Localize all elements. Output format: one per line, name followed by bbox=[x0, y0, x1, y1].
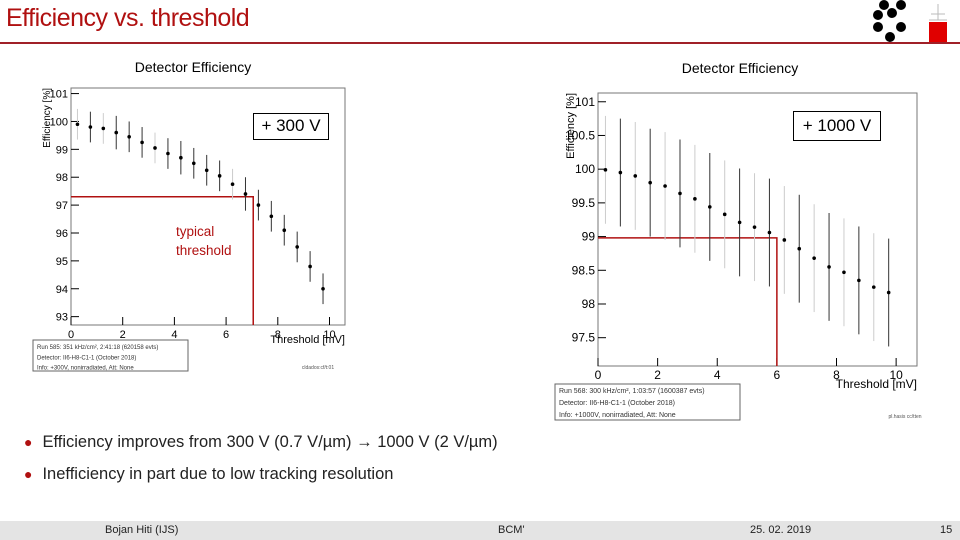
x-tick-label: 2 bbox=[654, 368, 661, 382]
y-tick-label: 95 bbox=[56, 256, 68, 268]
chart-footnote: pl.hasis cc/tten bbox=[888, 414, 921, 420]
slide-footer: Bojan Hiti (IJS) BCM' 25. 02. 2019 15 bbox=[0, 521, 960, 540]
data-point bbox=[88, 125, 93, 129]
y-tick-label: 97 bbox=[56, 200, 68, 212]
threshold-marker-line bbox=[71, 195, 254, 325]
x-tick-label: 2 bbox=[120, 329, 126, 341]
y-tick-label: 98.5 bbox=[572, 263, 596, 277]
data-point bbox=[153, 146, 157, 150]
stats-legend-line: Info: +300V, nonirradiated, Att: None bbox=[37, 366, 134, 372]
footer-author: Bojan Hiti (IJS) bbox=[105, 524, 179, 536]
x-axis-label: Threshold [mV] bbox=[836, 377, 917, 391]
y-tick-label: 98 bbox=[582, 297, 596, 311]
x-axis-label: Threshold [mV] bbox=[270, 334, 345, 346]
data-point bbox=[782, 238, 787, 242]
data-point bbox=[752, 225, 757, 229]
y-tick-label: 100 bbox=[575, 162, 595, 176]
chart-footnote: cldados:cf/t:01 bbox=[302, 365, 334, 371]
data-point bbox=[812, 256, 816, 260]
data-point bbox=[179, 155, 183, 160]
y-tick-label: 94 bbox=[56, 284, 68, 296]
bullet-icon: ● bbox=[24, 434, 33, 450]
data-point bbox=[191, 161, 196, 166]
data-point bbox=[295, 245, 299, 249]
data-point bbox=[707, 205, 712, 209]
voltage-label-1000v: + 1000 V bbox=[793, 111, 881, 141]
typical-threshold-label: typical threshold bbox=[176, 222, 232, 260]
x-tick-label: 4 bbox=[171, 329, 177, 341]
data-point bbox=[678, 191, 682, 196]
data-point bbox=[871, 285, 876, 289]
data-point bbox=[101, 126, 106, 131]
bullet-item: ● Inefficiency in part due to low trackin… bbox=[24, 458, 498, 490]
bullet-icon: ● bbox=[24, 466, 33, 482]
data-point bbox=[127, 134, 131, 139]
data-point bbox=[633, 174, 638, 178]
data-point bbox=[842, 270, 846, 275]
data-point bbox=[217, 174, 222, 178]
chart-title: Detector Efficiency bbox=[682, 60, 798, 76]
data-point bbox=[166, 151, 170, 156]
y-tick-label: 93 bbox=[56, 312, 68, 324]
y-tick-label: 97.5 bbox=[572, 331, 596, 345]
data-point bbox=[321, 286, 325, 291]
data-point bbox=[737, 220, 742, 225]
footer-event: BCM' bbox=[498, 524, 525, 536]
bullet-list: ● Efficiency improves from 300 V (0.7 V/µ… bbox=[24, 426, 498, 490]
y-tick-label: 99.5 bbox=[572, 196, 596, 210]
x-tick-label: 4 bbox=[714, 368, 721, 382]
bullet-item: ● Efficiency improves from 300 V (0.7 V/µ… bbox=[24, 426, 498, 458]
bullet-text: Efficiency improves from 300 V (0.7 V/µm… bbox=[42, 432, 498, 451]
threshold-marker-line bbox=[598, 237, 778, 366]
data-point bbox=[114, 130, 119, 135]
stats-legend-line: Detector: II6-H8-C1-1 (October 2018) bbox=[559, 400, 675, 407]
typical-threshold-line1: typical bbox=[176, 224, 215, 239]
y-tick-label: 99 bbox=[56, 144, 68, 156]
data-point bbox=[282, 228, 287, 232]
y-axis-label: Efficiency [%] bbox=[565, 93, 577, 159]
x-tick-label: 6 bbox=[774, 368, 781, 382]
data-point bbox=[230, 182, 235, 186]
data-point bbox=[75, 122, 80, 127]
data-point bbox=[204, 168, 209, 173]
footer-date: 25. 02. 2019 bbox=[750, 524, 812, 536]
stats-legend-line: Info: +1000V, nonirradiated, Att: None bbox=[559, 412, 676, 419]
y-tick-label: 99 bbox=[582, 230, 596, 244]
x-tick-label: 0 bbox=[595, 368, 602, 382]
data-point bbox=[308, 264, 312, 269]
data-point bbox=[797, 246, 802, 251]
data-point bbox=[140, 140, 144, 145]
data-point bbox=[663, 184, 667, 188]
data-point bbox=[256, 203, 261, 207]
data-point bbox=[693, 197, 697, 201]
y-tick-label: 101 bbox=[575, 95, 595, 109]
data-point bbox=[722, 212, 727, 217]
stats-legend-line: Run 568: 300 kHz/cm², 1:03:57 (1600387 e… bbox=[559, 388, 705, 395]
voltage-label-300v: + 300 V bbox=[253, 113, 329, 140]
data-point bbox=[827, 265, 831, 269]
data-point bbox=[603, 168, 608, 172]
data-point bbox=[767, 230, 772, 235]
data-point bbox=[243, 192, 248, 196]
bullet-text: Inefficiency in part due to low tracking… bbox=[42, 464, 394, 483]
x-tick-label: 6 bbox=[223, 329, 229, 341]
x-tick-label: 0 bbox=[68, 329, 74, 341]
typical-threshold-line2: threshold bbox=[176, 243, 232, 258]
data-point bbox=[269, 214, 274, 219]
y-axis-label: Efficiency [%] bbox=[42, 88, 53, 148]
data-point bbox=[618, 170, 623, 175]
data-point bbox=[886, 290, 891, 295]
stats-legend-line: Detector: II6-H8-C1-1 (October 2018) bbox=[37, 355, 136, 361]
data-point bbox=[857, 278, 861, 283]
y-tick-label: 98 bbox=[56, 172, 68, 184]
stats-legend-line: Run 585: 351 kHz/cm², 2:41:18 (620158 ev… bbox=[37, 345, 158, 351]
y-tick-label: 96 bbox=[56, 228, 68, 240]
chart-title: Detector Efficiency bbox=[135, 59, 251, 75]
data-point bbox=[648, 180, 652, 185]
footer-page-number: 15 bbox=[940, 524, 953, 536]
